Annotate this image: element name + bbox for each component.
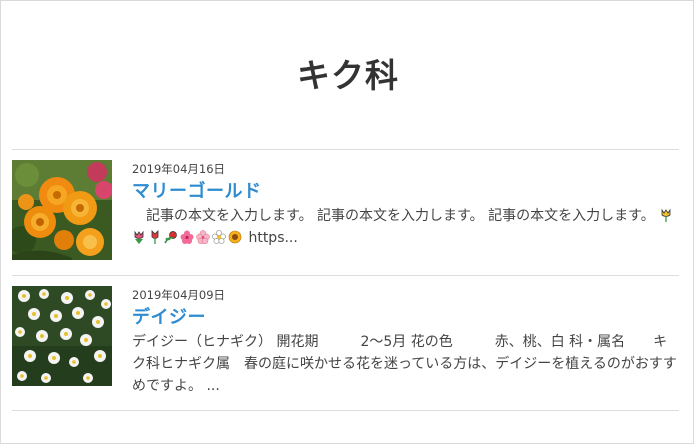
excerpt-text: 記事の本文を入力します。 記事の本文を入力します。 記事の本文を入力します。 [132, 208, 655, 224]
tulip-icon [134, 230, 144, 244]
post-card-marigold: 2019年04月16日 マリーゴールド 記事の本文を入力します。 記事の本文を入… [12, 160, 679, 280]
post-thumbnail-marigold[interactable] [12, 160, 112, 260]
divider [12, 275, 679, 276]
marigold-photo [12, 160, 112, 260]
cherry-blossom-icon [196, 230, 210, 244]
post-date: 2019年04月09日 [132, 288, 226, 302]
post-date: 2019年04月16日 [132, 162, 226, 176]
post-title-link[interactable]: デイジー [132, 306, 206, 330]
tulip-icon [151, 230, 159, 244]
daisy-photo [12, 286, 112, 386]
post-meta: 2019年04月09日 デイジー デイジー（ヒナギク） 開花期 2～5月 花の色… [132, 286, 679, 397]
blossom-icon [212, 230, 226, 244]
post-excerpt: デイジー（ヒナギク） 開花期 2～5月 花の色 赤、桃、白 科・属名 キク科ヒナ… [132, 334, 677, 394]
hibiscus-icon [180, 230, 194, 244]
rose-icon [164, 231, 177, 244]
page-title: キク科 [297, 56, 399, 96]
tulip-icon [661, 208, 671, 222]
page-frame: キク科 2019年04月16日 マリーゴールド 記事の本文を入力します。 記事の… [0, 0, 694, 444]
divider [12, 410, 679, 411]
divider [12, 149, 679, 150]
post-card-daisy: 2019年04月09日 デイジー デイジー（ヒナギク） 開花期 2～5月 花の色… [12, 286, 679, 406]
sunflower-icon [228, 230, 242, 244]
excerpt-tail: https... [248, 230, 298, 246]
post-thumbnail-daisy[interactable] [12, 286, 112, 386]
post-excerpt: 記事の本文を入力します。 記事の本文を入力します。 記事の本文を入力します。 h… [132, 205, 679, 249]
post-title-link[interactable]: マリーゴールド [132, 180, 262, 204]
post-meta: 2019年04月16日 マリーゴールド 記事の本文を入力します。 記事の本文を入… [132, 160, 679, 249]
